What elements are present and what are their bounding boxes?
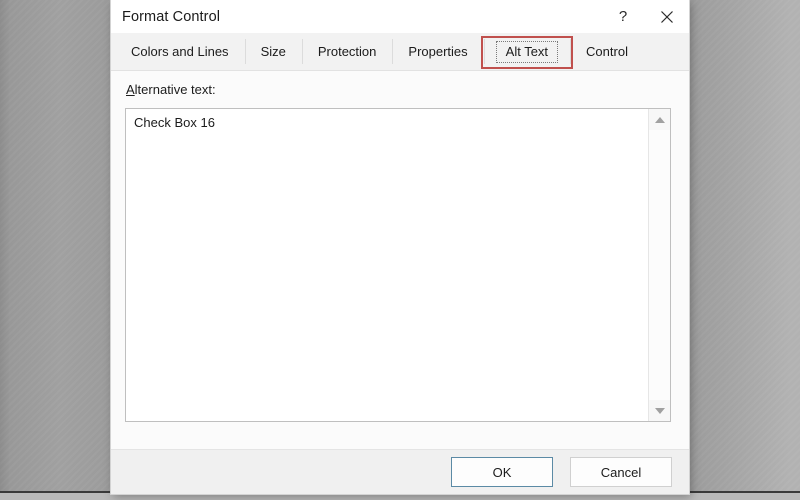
- tab-label: Control: [586, 44, 628, 59]
- scroll-down-arrow-icon: [654, 407, 665, 414]
- help-button[interactable]: ?: [601, 0, 645, 33]
- dialog-footer: OK Cancel: [111, 449, 689, 494]
- alternative-text-label-accel: A: [126, 82, 135, 97]
- desktop-bottom-band: [0, 493, 800, 500]
- tab-colors-and-lines[interactable]: Colors and Lines: [115, 33, 245, 70]
- alternative-text-scrollbar[interactable]: [648, 109, 670, 421]
- tab-label: Protection: [317, 44, 377, 59]
- alternative-text-label-rest: lternative text:: [134, 82, 216, 97]
- tab-label: Alt Text: [495, 40, 559, 63]
- scrollbar-track[interactable]: [649, 130, 670, 400]
- close-button[interactable]: [645, 0, 689, 33]
- tab-size[interactable]: Size: [244, 33, 302, 70]
- dialog-titlebar[interactable]: Format Control ?: [111, 0, 689, 33]
- format-control-dialog: Format Control ? Colors and Lines Size P…: [111, 0, 689, 494]
- tab-properties[interactable]: Properties: [392, 33, 483, 70]
- alternative-text-value[interactable]: Check Box 16: [126, 109, 648, 421]
- tab-label: Size: [260, 44, 286, 59]
- alternative-text-textarea[interactable]: Check Box 16: [125, 108, 671, 422]
- tab-alt-text[interactable]: Alt Text: [483, 33, 570, 70]
- tab-label: Properties: [408, 44, 468, 59]
- dialog-title: Format Control: [122, 8, 221, 25]
- cancel-button[interactable]: Cancel: [570, 457, 672, 487]
- ok-button[interactable]: OK: [451, 457, 553, 487]
- alt-text-pane: Alternative text: Check Box 16: [111, 71, 689, 449]
- scroll-up-arrow-icon: [654, 116, 665, 123]
- close-icon: [661, 10, 673, 23]
- tab-protection[interactable]: Protection: [301, 33, 393, 70]
- tab-strip: Colors and Lines Size Protection Propert…: [111, 33, 689, 71]
- scroll-down-button[interactable]: [649, 400, 670, 421]
- tab-label: Colors and Lines: [131, 44, 229, 59]
- question-mark-icon: ?: [618, 8, 628, 25]
- tab-control[interactable]: Control: [570, 33, 644, 70]
- alternative-text-label: Alternative text:: [126, 82, 216, 97]
- scroll-up-button[interactable]: [649, 109, 670, 130]
